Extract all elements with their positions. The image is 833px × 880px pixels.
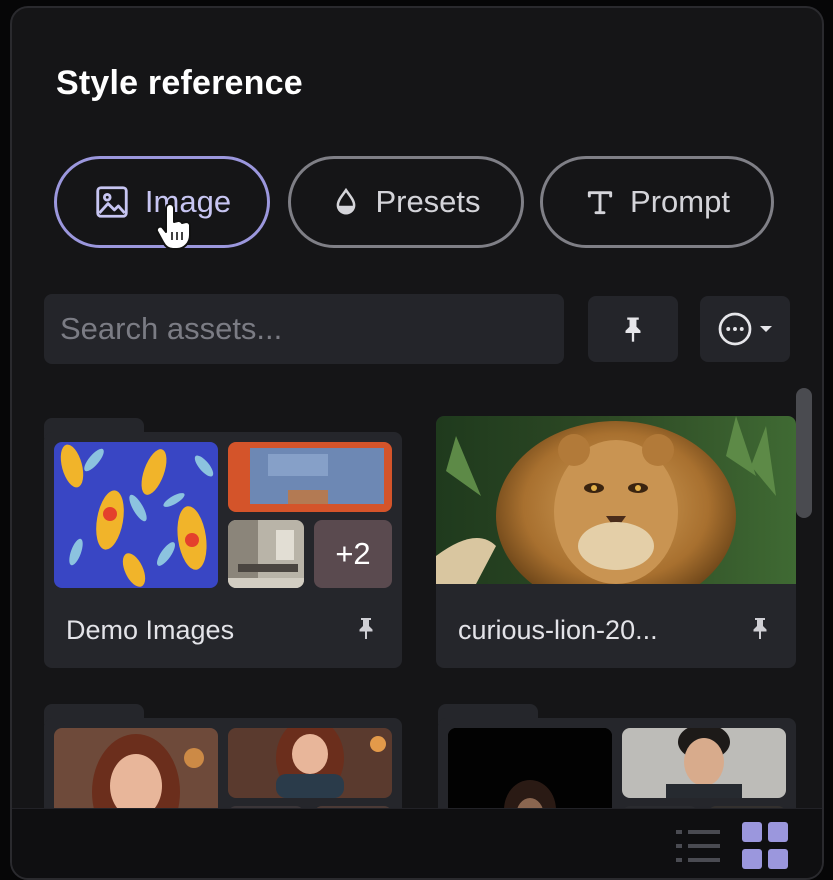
hand-cursor-icon <box>156 204 191 250</box>
text-t-icon <box>587 191 613 215</box>
list-view-icon[interactable] <box>676 826 720 866</box>
image-icon <box>96 186 128 218</box>
panel-title: Style reference <box>56 64 303 102</box>
pin-icon[interactable] <box>354 614 378 642</box>
pin-icon <box>625 317 641 342</box>
chevron-down-icon <box>760 326 772 332</box>
more-horizontal-icon <box>718 312 752 346</box>
tab-prompt-label: Prompt <box>630 184 730 219</box>
thumbnail-lion <box>436 416 796 584</box>
thumbnail-pattern <box>54 442 218 588</box>
style-reference-panel: Style reference Image Presets Prompt Sea… <box>10 6 824 880</box>
tab-presets-label: Presets <box>375 184 481 219</box>
thumbnail-abstract <box>228 442 392 512</box>
thumbnail-portrait-man <box>622 728 786 798</box>
extra-count-label: +2 <box>335 536 371 571</box>
tab-presets[interactable]: Presets <box>288 156 524 248</box>
grid-view-icon[interactable] <box>742 822 790 870</box>
thumbnail-portrait-woman-2 <box>228 728 392 798</box>
asset-label: Demo Images <box>66 615 235 645</box>
asset-card-lion[interactable]: curious-lion-20... <box>436 416 796 668</box>
scrollbar-thumb[interactable] <box>796 388 812 518</box>
tab-prompt[interactable]: Prompt <box>540 156 774 248</box>
asset-card-demo-images[interactable]: +2 Demo Images <box>44 432 402 668</box>
more-thumbnails-count: +2 <box>314 520 392 588</box>
pin-filter-button[interactable] <box>588 296 678 362</box>
thumbnail-room <box>228 520 304 588</box>
drop-icon <box>337 187 356 215</box>
asset-label: curious-lion-20... <box>458 615 658 645</box>
pin-icon[interactable] <box>748 614 772 642</box>
search-input[interactable] <box>44 294 564 364</box>
more-options-button[interactable] <box>700 296 790 362</box>
